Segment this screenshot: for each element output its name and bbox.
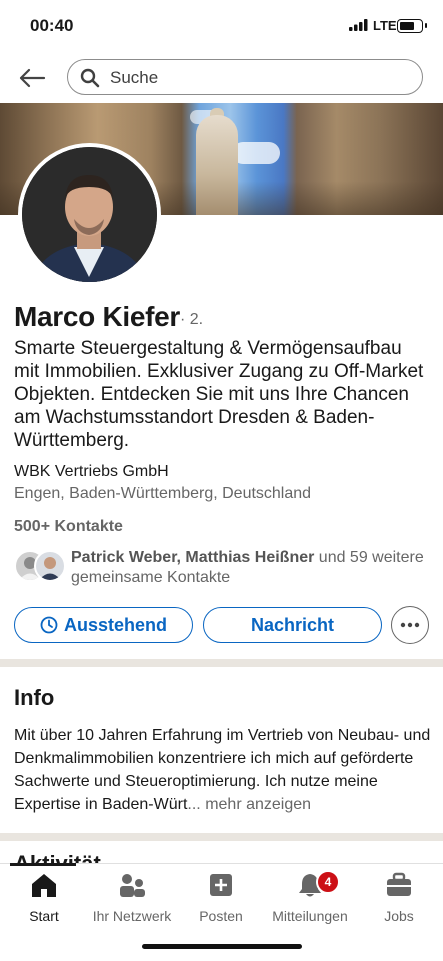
profile-photo xyxy=(22,147,157,282)
profile-location: Engen, Baden-Württemberg, Deutschland xyxy=(14,485,312,502)
signal-icon xyxy=(349,19,368,31)
profile-headline: Smarte Steuergestaltung & Vermögensaufba… xyxy=(14,338,424,451)
message-label: Nachricht xyxy=(250,614,335,635)
battery-cap xyxy=(425,23,427,28)
connection-degree: · 2. xyxy=(180,311,204,328)
briefcase-icon xyxy=(387,872,411,896)
pending-label: Ausstehend xyxy=(63,614,168,635)
info-section-title: Info xyxy=(14,685,55,710)
cover-cloud xyxy=(232,142,280,164)
nav-post[interactable]: Posten xyxy=(177,872,265,924)
mutual-connections-avatars[interactable] xyxy=(14,550,66,582)
nav-label: Mitteilungen xyxy=(272,908,348,924)
info-text: Mit über 10 Jahren Erfahrung im Vertrieb… xyxy=(14,724,434,816)
nav-label: Start xyxy=(29,908,59,924)
nav-label: Ihr Netzwerk xyxy=(92,908,172,924)
more-dots-icon xyxy=(400,622,420,628)
more-options-button[interactable] xyxy=(391,606,429,644)
profile-avatar[interactable] xyxy=(18,143,161,286)
home-icon xyxy=(32,874,56,897)
nav-notifications[interactable]: 4 Mitteilungen xyxy=(266,870,354,924)
search-bar[interactable] xyxy=(67,59,423,95)
search-input[interactable] xyxy=(108,66,412,90)
search-icon xyxy=(80,68,100,88)
network-type: LTE xyxy=(373,18,397,33)
active-tab-indicator xyxy=(10,863,76,866)
nav-label: Posten xyxy=(199,908,243,924)
mutual-connections-text[interactable]: Patrick Weber, Matthias Heißner und 59 w… xyxy=(71,548,431,588)
battery-icon xyxy=(397,19,423,33)
cover-tower xyxy=(196,115,238,215)
avatar xyxy=(34,550,66,582)
section-divider xyxy=(0,833,443,841)
nav-network[interactable]: Ihr Netzwerk xyxy=(88,872,176,924)
back-button[interactable] xyxy=(14,62,50,94)
home-indicator[interactable] xyxy=(142,944,302,949)
nav-jobs[interactable]: Jobs xyxy=(355,872,443,924)
message-button[interactable]: Nachricht xyxy=(203,607,382,643)
post-icon xyxy=(210,874,232,896)
arrow-left-icon xyxy=(19,68,46,88)
nav-label: Jobs xyxy=(384,908,414,924)
notification-badge: 4 xyxy=(316,870,340,894)
pending-button[interactable]: Ausstehend xyxy=(14,607,193,643)
show-more-link[interactable]: ... mehr anzeigen xyxy=(187,796,311,813)
profile-company[interactable]: WBK Vertriebs GmbH xyxy=(14,463,169,481)
mutual-names: Patrick Weber, Matthias Heißner xyxy=(71,549,315,566)
clock-icon xyxy=(40,616,58,634)
connections-count[interactable]: 500+ Kontakte xyxy=(14,518,123,536)
status-time: 00:40 xyxy=(30,16,74,35)
profile-name: Marco Kiefer xyxy=(14,301,181,332)
status-bar: 00:40 LTE xyxy=(0,0,443,52)
nav-start[interactable]: Start xyxy=(0,872,88,924)
section-divider xyxy=(0,659,443,667)
network-icon xyxy=(120,874,145,897)
